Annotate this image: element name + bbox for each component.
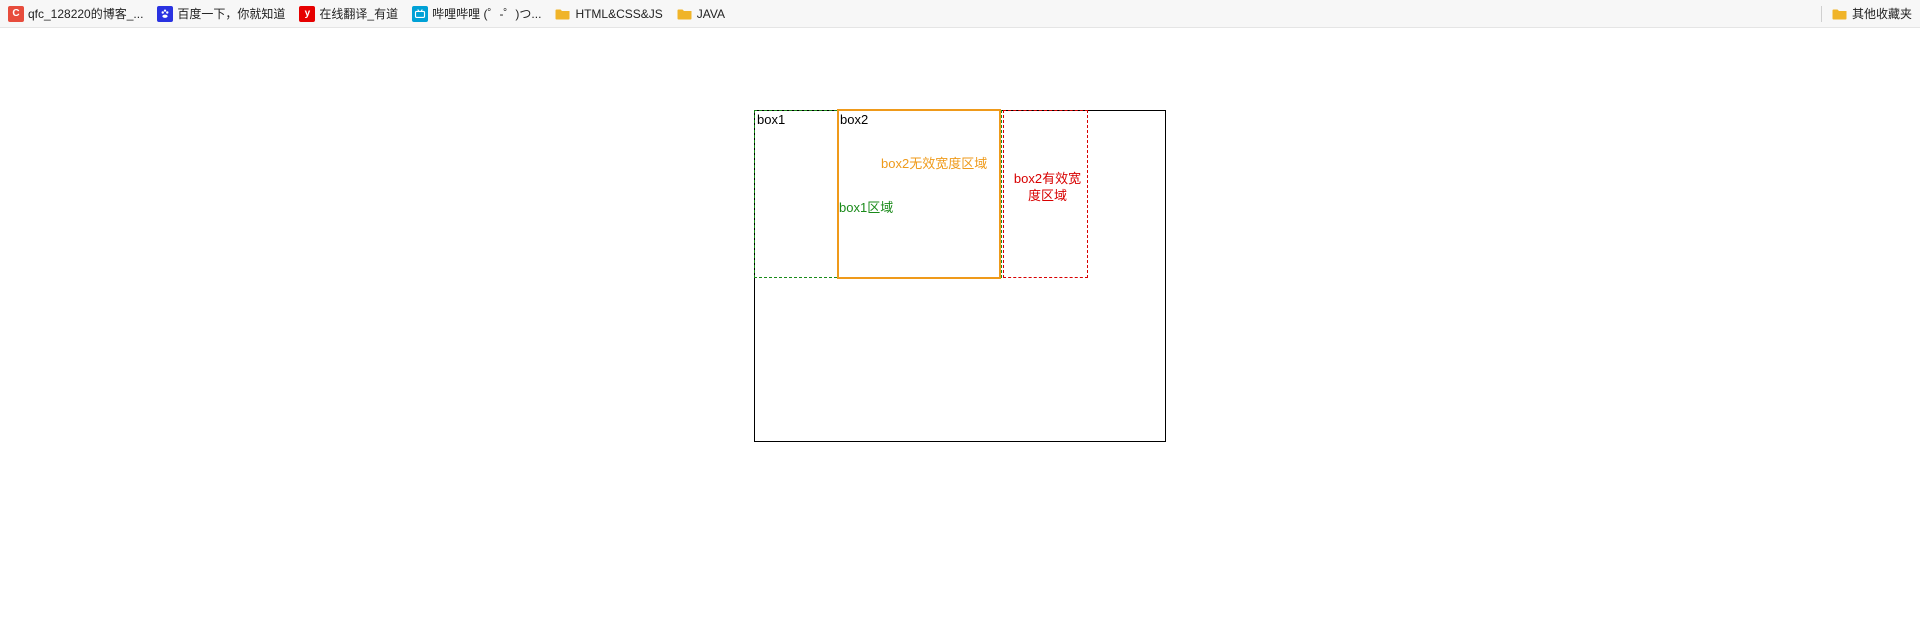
- bookmark-item-baidu[interactable]: 百度一下，你就知道: [157, 5, 285, 22]
- box2-invalid-width-label: box2无效宽度区域: [881, 153, 987, 172]
- separator: [1821, 6, 1822, 22]
- box1-area-label: box1区域: [839, 197, 893, 216]
- bookmark-label: 在线翻译_有道: [319, 5, 398, 22]
- diagram-container: box1 box2 box1区域 box2无效宽度区域 box2有效宽度区域: [754, 110, 1166, 442]
- bookmark-other-folder[interactable]: 其他收藏夹: [1832, 5, 1912, 22]
- baidu-icon: [157, 6, 173, 22]
- bookmark-label: 其他收藏夹: [1852, 5, 1912, 22]
- bookmark-label: qfc_128220的博客_...: [28, 5, 143, 22]
- bookmarks-bar: C qfc_128220的博客_... 百度一下，你就知道 y 在线翻译_有道 …: [0, 0, 1920, 28]
- bookmark-folder-java[interactable]: JAVA: [677, 6, 725, 22]
- box1-label: box1: [757, 112, 785, 127]
- box2-label: box2: [840, 112, 868, 127]
- bookmark-label: JAVA: [697, 7, 725, 21]
- bookmark-folder-htmlcssjs[interactable]: HTML&CSS&JS: [555, 6, 662, 22]
- box2-invalid-width-outline: [837, 109, 1001, 279]
- bookmarks-right: 其他收藏夹: [1817, 5, 1912, 22]
- folder-icon: [555, 6, 571, 22]
- page-content: box1 box2 box1区域 box2无效宽度区域 box2有效宽度区域: [0, 28, 1920, 621]
- bookmark-item-youdao[interactable]: y 在线翻译_有道: [299, 5, 398, 22]
- bookmarks-left: C qfc_128220的博客_... 百度一下，你就知道 y 在线翻译_有道 …: [8, 5, 725, 22]
- folder-icon: [677, 6, 693, 22]
- box1-region-outline: [754, 110, 1002, 278]
- y-icon: y: [299, 6, 315, 22]
- c-icon: C: [8, 6, 24, 22]
- bookmark-label: 百度一下，你就知道: [177, 5, 285, 22]
- box2-valid-width-label: box2有效宽度区域: [1010, 171, 1085, 205]
- bookmark-label: 哔哩哔哩 (゜-゜)つ...: [432, 5, 541, 22]
- bilibili-icon: [412, 6, 428, 22]
- folder-icon: [1832, 6, 1848, 22]
- bookmark-label: HTML&CSS&JS: [575, 7, 662, 21]
- bookmark-item-bilibili[interactable]: 哔哩哔哩 (゜-゜)つ...: [412, 5, 541, 22]
- bookmark-item-blog[interactable]: C qfc_128220的博客_...: [8, 5, 143, 22]
